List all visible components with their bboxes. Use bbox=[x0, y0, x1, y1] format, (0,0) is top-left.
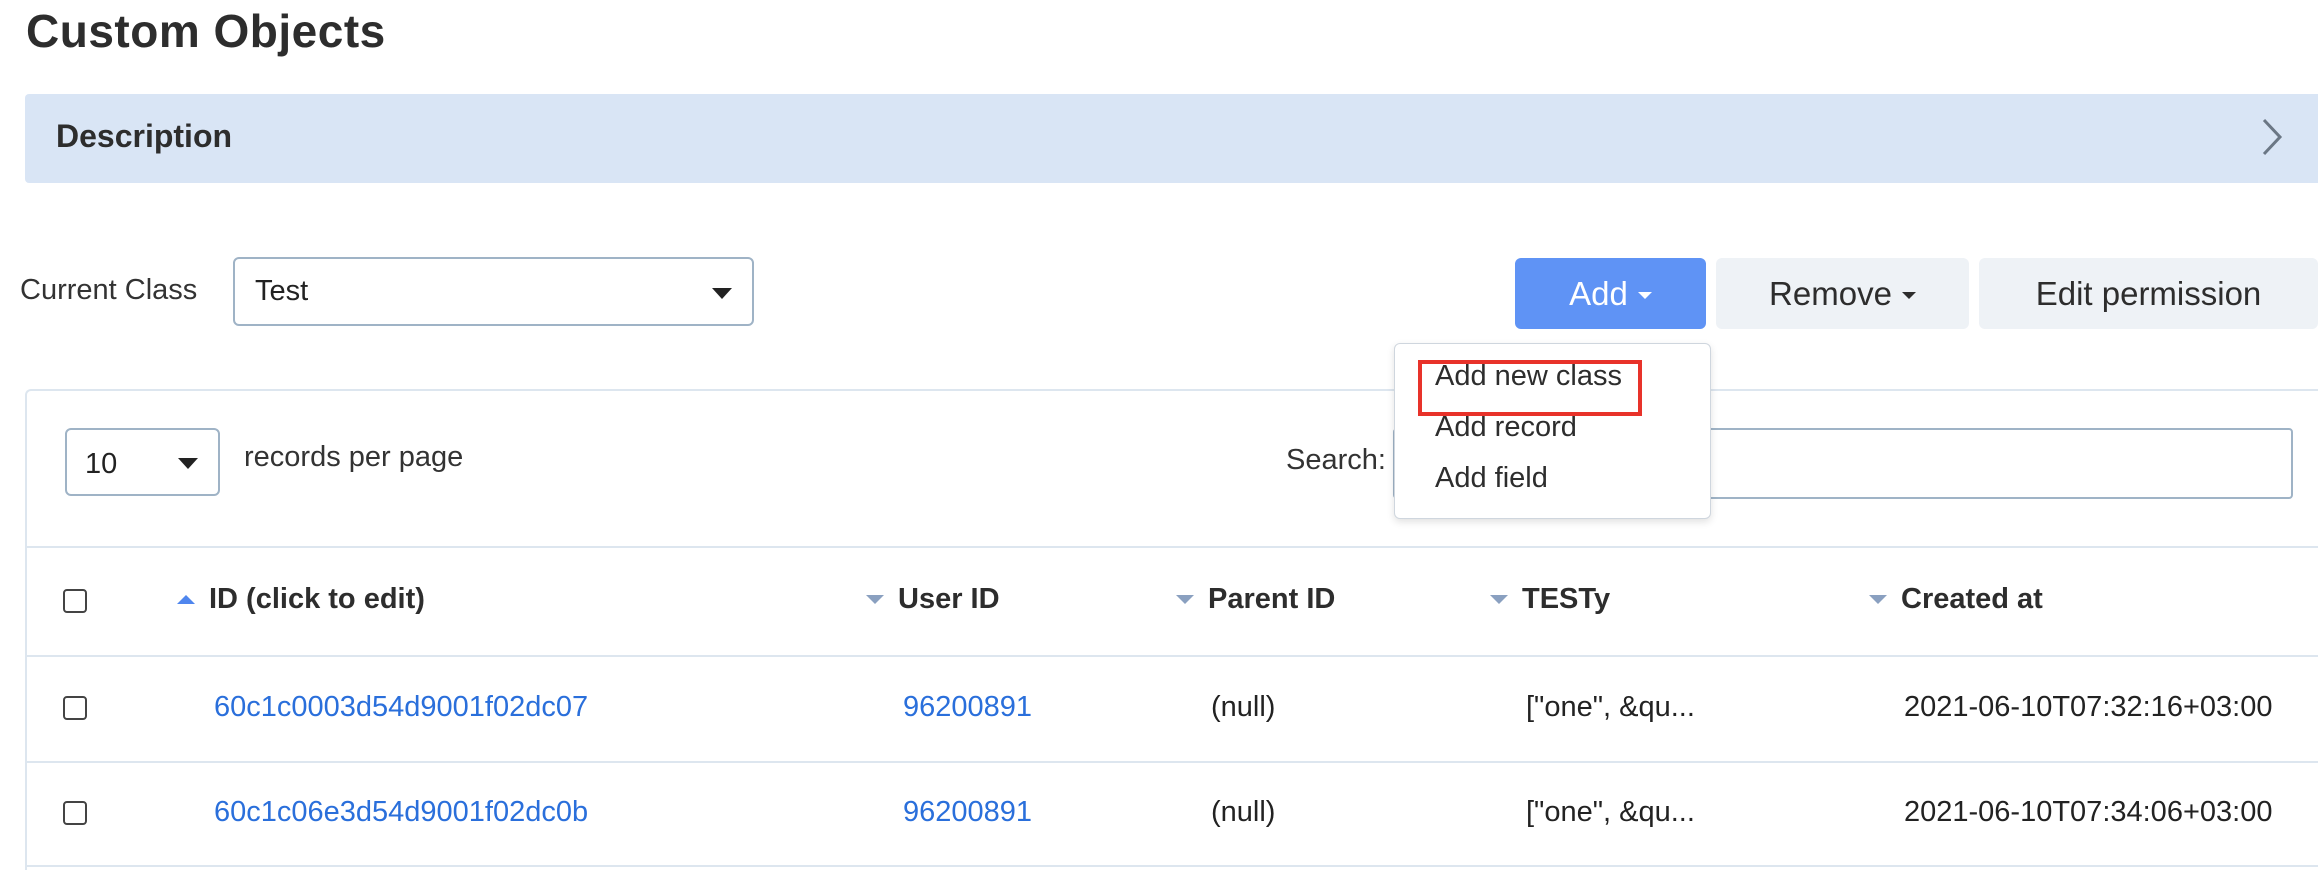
chevron-right-icon bbox=[2262, 118, 2283, 156]
column-header-testy[interactable]: TESTy bbox=[1490, 583, 1610, 616]
caret-down-icon bbox=[1901, 292, 1916, 299]
current-class-select[interactable]: Test bbox=[233, 257, 754, 326]
select-all-checkbox[interactable] bbox=[63, 589, 87, 613]
parent-id-cell: (null) bbox=[1211, 796, 1276, 828]
caret-down-icon bbox=[1637, 292, 1652, 299]
edit-permission-button[interactable]: Edit permission bbox=[1979, 258, 2318, 329]
remove-button-label: Remove bbox=[1769, 274, 1892, 312]
row-checkbox[interactable] bbox=[63, 801, 87, 825]
records-per-page-value: 10 bbox=[85, 448, 118, 480]
column-header-id[interactable]: ID (click to edit) bbox=[177, 583, 425, 616]
table-divider bbox=[27, 865, 2318, 867]
edit-permission-label: Edit permission bbox=[2035, 274, 2262, 312]
user-id-link[interactable]: 96200891 bbox=[903, 691, 1032, 724]
user-id-link[interactable]: 96200891 bbox=[903, 796, 1032, 829]
custom-objects-page: Custom Objects Description Current Class… bbox=[0, 0, 2318, 870]
current-class-value: Test bbox=[255, 275, 309, 307]
created-at-cell: 2021-06-10T07:32:16+03:00 bbox=[1904, 691, 2273, 723]
testy-cell: ["one", &qu... bbox=[1526, 691, 1695, 723]
records-table-panel: 10 records per page Search: ID (click to… bbox=[25, 389, 2318, 870]
parent-id-cell: (null) bbox=[1211, 691, 1276, 723]
remove-button[interactable]: Remove bbox=[1716, 258, 1969, 329]
created-at-cell: 2021-06-10T07:34:06+03:00 bbox=[1904, 796, 2273, 828]
records-per-page-select[interactable]: 10 bbox=[65, 428, 220, 496]
sort-descending-icon bbox=[1490, 595, 1508, 604]
column-header-label: Parent ID bbox=[1208, 583, 1336, 615]
sort-descending-icon bbox=[1176, 595, 1194, 604]
row-checkbox[interactable] bbox=[63, 696, 87, 720]
record-id-link[interactable]: 60c1c06e3d54d9001f02dc0b bbox=[214, 796, 588, 829]
sort-descending-icon bbox=[1869, 595, 1887, 604]
column-header-created-at[interactable]: Created at bbox=[1869, 583, 2043, 616]
chevron-down-icon bbox=[178, 458, 198, 469]
sort-ascending-icon bbox=[177, 595, 195, 604]
description-label: Description bbox=[56, 118, 233, 154]
table-divider bbox=[27, 655, 2318, 657]
page-title: Custom Objects bbox=[26, 5, 386, 57]
description-panel-toggle[interactable]: Description bbox=[25, 94, 2318, 183]
column-header-label: ID (click to edit) bbox=[209, 583, 425, 615]
record-id-link[interactable]: 60c1c0003d54d9001f02dc07 bbox=[214, 691, 588, 724]
table-divider bbox=[27, 761, 2318, 763]
column-header-parent-id[interactable]: Parent ID bbox=[1176, 583, 1335, 616]
menu-item-add-field[interactable]: Add field bbox=[1435, 462, 1548, 495]
menu-item-add-record[interactable]: Add record bbox=[1435, 411, 1577, 444]
menu-item-add-new-class[interactable]: Add new class bbox=[1435, 360, 1622, 393]
column-header-label: Created at bbox=[1901, 583, 2043, 615]
records-per-page-label: records per page bbox=[244, 441, 464, 473]
column-header-label: User ID bbox=[898, 583, 1000, 615]
current-class-label: Current Class bbox=[20, 274, 198, 306]
testy-cell: ["one", &qu... bbox=[1526, 796, 1695, 828]
sort-descending-icon bbox=[866, 595, 884, 604]
add-dropdown-menu: Add new class Add record Add field bbox=[1394, 343, 1711, 519]
chevron-down-icon bbox=[712, 288, 732, 299]
column-header-user-id[interactable]: User ID bbox=[866, 583, 1000, 616]
column-header-label: TESTy bbox=[1522, 583, 1611, 615]
add-button[interactable]: Add bbox=[1515, 258, 1706, 329]
table-divider bbox=[27, 546, 2318, 548]
add-button-label: Add bbox=[1569, 274, 1628, 312]
search-label: Search: bbox=[1286, 444, 1386, 476]
